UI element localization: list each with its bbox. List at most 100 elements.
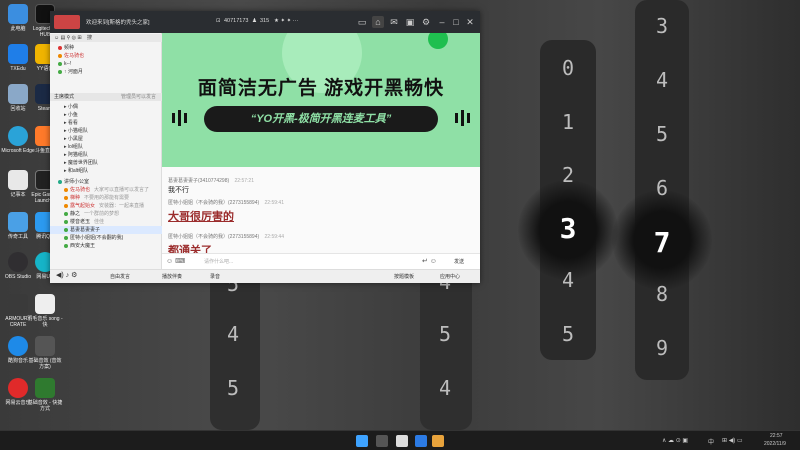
accompaniment-button[interactable]: 播放伴奏 [162,273,182,280]
group-item[interactable]: ▸ lol组队 [50,143,162,151]
message-sender: 匿特小姐姐（不会骑的我）(2273155894) 22:59:44 [168,234,284,240]
sidebar-toolbar: ☺ ▤ ⚲ ◎ ⊞ 搜 [50,34,162,42]
gift-icon[interactable]: ▣ [404,16,416,28]
edge-icon [8,126,28,146]
message-sender: 匿特小姐姐（不会骑的我）(2273155894) 22:59:41 [168,200,284,206]
room-avatar [54,15,80,29]
message-time: 22:57:21 [234,178,254,184]
member-item-selected[interactable]: 葛妻葛妻妻子 [50,226,162,234]
wallpaper-digit: 0 [561,56,575,80]
wallpaper-digit-selected: 7 [653,226,671,259]
minimize-icon[interactable]: – [436,16,448,28]
wallpaper-digit: 5 [226,376,240,400]
group-item[interactable]: ▸ 小偶 [50,103,162,111]
video-icon[interactable]: ▭ [356,16,368,28]
taskbar-app-icon[interactable] [376,435,388,447]
chat-input[interactable]: 请作什么吧... [204,258,233,265]
send-options-icon[interactable]: ↵ ☺ [422,257,437,265]
chat-input-bar: ☺ ⌨ 请作什么吧... ↵ ☺ 发送 [162,253,480,269]
netease-music-icon [8,378,28,398]
send-button[interactable]: 发送 [454,258,464,265]
wallpaper-digit: 5 [561,322,575,346]
member-item[interactable]: 匿特小姐姐(不会翻的我) [50,234,162,242]
app-icon [8,212,28,232]
app-center-button[interactable]: 应用中心 [440,273,460,280]
member-item[interactable]: 梯种 不要用的那能有需要 [50,194,162,202]
clock-time[interactable]: 22:57 [770,433,783,439]
wallpaper-digit: 9 [655,336,669,360]
group-item[interactable]: ▸ 小鱼 [50,111,162,119]
user-count: 315 [260,18,270,24]
channel-item[interactable]: k--! [50,60,162,68]
notepad-icon [8,170,28,190]
window-titlebar: 欢迎来到[斯格的秃头之家] ⊡ 40717173 ♟ 315 ★ ✦ ✦ ⋯ ▭… [50,11,480,33]
room-id: 40717173 [224,18,249,24]
app-icon [35,378,55,398]
taskbar: ∧ ☁ ⊙ ▣ 中 ⊞ ◀) ▭ 22:57 2022/11/9 [0,430,800,450]
sidebar-search[interactable]: 搜 [87,35,92,41]
mail-icon[interactable]: ✉ [388,16,400,28]
wallpaper-digit: 4 [226,322,240,346]
maximize-icon[interactable]: □ [450,16,462,28]
close-icon[interactable]: ✕ [464,16,476,28]
banner-decoration [172,33,470,126]
wallpaper-digit: 6 [655,176,669,200]
wallpaper-digit: 8 [655,282,669,306]
group-item[interactable]: ▸ 小黑屋 [50,135,162,143]
emoji-icon[interactable]: ☺ ⌨ [166,257,185,265]
record-button[interactable]: 录音 [210,273,220,280]
wallpaper-digit: 1 [561,110,575,134]
voice-mode-button[interactable]: 自由发言 [110,273,130,280]
channel-item[interactable]: 佐马骑也 [50,52,162,60]
room-item[interactable]: 讲师小公室 [50,178,162,186]
mode-label: 主席模式 [54,94,75,100]
tray-icons[interactable]: ∧ ☁ ⊙ ▣ [662,437,688,444]
member-item[interactable]: 佐马骑也 大家可以直播可以发言了 [50,186,162,194]
group-item[interactable]: ▸ 阿猫组队 [50,151,162,159]
member-item[interactable]: 露气起始女 安装器：一起来直播 [50,202,162,210]
app-icon [35,294,55,314]
computer-icon [8,4,28,24]
home-icon[interactable]: ⌂ [372,16,384,28]
desktop-icon-label: 羽毛音乐 song - 快 [27,316,63,328]
channel-item[interactable]: ↑ 河面月 [50,68,162,76]
group-item[interactable]: ▸ 魔兽世界团队 [50,159,162,167]
wallpaper-digit: 5 [438,322,452,346]
mode-row[interactable]: 主席模式 管理员可以发言 [50,93,162,101]
group-item[interactable]: ▸ 和alt组队 [50,167,162,175]
clock-date[interactable]: 2022/11/9 [764,441,786,447]
wallpaper-digit: 4 [655,68,669,92]
taskbar-app-icon[interactable] [432,435,444,447]
taskbar-app-icon[interactable] [396,435,408,447]
desktop-icon-sound[interactable]: 基础音效 (音效方案) [27,336,63,370]
member-item[interactable]: 西安大魔王 [50,242,162,250]
member-item[interactable]: 楼音老玉 佳佳 [50,218,162,226]
desktop-icon-song[interactable]: 羽毛音乐 song - 快 [27,294,63,328]
wallpaper-digit: 4 [438,376,452,400]
wallpaper-digit: 4 [561,268,575,292]
room-id-icon: ⊡ [216,18,221,24]
group-item[interactable]: ▸ 小猫组队 [50,127,162,135]
voice-chat-window: 欢迎来到[斯格的秃头之家] ⊡ 40717173 ♟ 315 ★ ✦ ✦ ⋯ ▭… [50,11,480,283]
start-button[interactable] [356,435,368,447]
speaker-icon[interactable]: ◀) ♪ ⚙ [56,271,77,279]
favorite-icon[interactable]: ★ ✦ ✦ ⋯ [274,18,298,24]
wallpaper-digit: 2 [561,163,575,187]
message-text: 大哥很厉害的 [168,211,234,223]
group-item[interactable]: ▸ 看看 [50,119,162,127]
sidebar-tool-icons[interactable]: ☺ ▤ ⚲ ◎ ⊞ [50,35,82,41]
obs-icon [8,252,28,272]
desktop-icon-sound-shortcut[interactable]: 基础音效 - 快捷方式 [27,378,63,412]
taskbar-app-icon[interactable] [415,435,427,447]
settings-icon[interactable]: ⚙ [420,16,432,28]
tray-lang[interactable]: 中 [708,437,714,446]
message-time: 22:59:41 [264,200,284,206]
template-button[interactable]: 按题模板 [394,273,414,280]
user-icon: ♟ [252,18,257,24]
tray-network-icon[interactable]: ⊞ ◀) ▭ [722,437,743,444]
message-sender: 葛妻葛妻妻子(3410774298) 22:57:21 [168,178,254,184]
promo-banner[interactable]: 面简洁无广告 游戏开黑畅快 “YO开黑-极简开黑连麦工具” [162,33,480,167]
member-item[interactable]: 静之 一个群前的梦想 [50,210,162,218]
app-icon [8,44,28,64]
channel-item[interactable]: 频种 [50,44,162,52]
